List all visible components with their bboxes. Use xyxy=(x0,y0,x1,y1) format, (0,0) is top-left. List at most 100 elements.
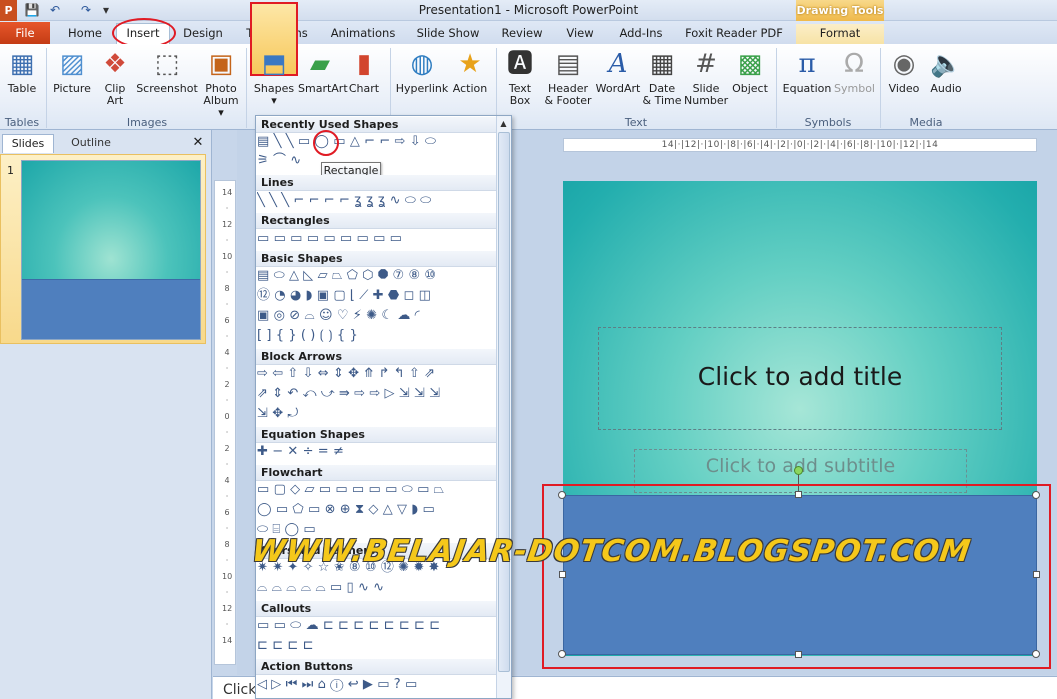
tab-view[interactable]: View xyxy=(558,24,602,44)
action-buttons-row[interactable]: ◁▷⏮⏭⌂ⓘ↩▶▭?▭ xyxy=(257,676,495,694)
equation-button[interactable]: π Equation xyxy=(780,48,834,112)
recent-shapes-row[interactable]: ▤╲╲▭◯▭△⌐⌐⇨⇩⬭ xyxy=(257,133,495,151)
ruler-tick-label: 4 xyxy=(224,348,230,357)
section-basic-shapes: Basic Shapes xyxy=(256,251,496,267)
basic-shapes-row[interactable]: []{}()⟮⟯{} xyxy=(257,327,495,345)
section-block-arrows: Block Arrows xyxy=(256,349,496,365)
basic-shapes-row[interactable]: ⑫◔◕◗▣▢⌊⟋✚⬣◻◫ xyxy=(257,287,495,305)
shapes-icon: ⬒ xyxy=(261,49,287,79)
table-icon: ▦ xyxy=(9,49,35,79)
video-button[interactable]: ◉ Video xyxy=(884,48,924,112)
save-icon[interactable]: 💾 xyxy=(24,2,40,18)
redo-icon[interactable]: ↷ xyxy=(78,2,94,18)
hyperlink-button[interactable]: ◍ Hyperlink xyxy=(394,48,450,112)
flowchart-row[interactable]: ▭▢◇▱▭▭▭▭▭⬭▭⏢ xyxy=(257,481,495,499)
group-text-label: Text xyxy=(624,116,648,129)
wordart-label: WordArt xyxy=(595,82,641,95)
audio-button[interactable]: 🔈 Audio xyxy=(926,48,966,112)
stars-row[interactable]: ⌓⌓⌓⌓⌓▭▯∿∿ xyxy=(257,579,495,597)
ruler-tick-label: 12 xyxy=(222,220,232,229)
slide-number-button[interactable]: # Slide Number xyxy=(684,48,728,112)
section-recently-used-shapes: Recently Used Shapes xyxy=(256,117,496,133)
ruler-tick-label: 14 xyxy=(222,188,232,197)
date-time-button[interactable]: ▦ Date & Time xyxy=(642,48,682,112)
action-button[interactable]: ★ Action xyxy=(450,48,490,112)
ruler-tick-label: 0 xyxy=(224,412,230,421)
chart-icon: ▮ xyxy=(356,49,372,79)
callouts-row[interactable]: ⊏⊏⊏⊏ xyxy=(257,637,495,655)
block-arrows-row[interactable]: ⇗⇕↶⤺⤻⇛⇨⇨▷⇲⇲⇲ xyxy=(257,385,495,403)
block-arrows-row[interactable]: ⇲✥⤾ xyxy=(257,405,495,423)
basic-shapes-row[interactable]: ▤⬭△◺▱⏢⬠⬡⯃⑦⑧⑩ xyxy=(257,267,495,285)
text-box-label-2: Box xyxy=(509,94,531,107)
scrollbar-thumb[interactable] xyxy=(498,132,510,672)
wordart-button[interactable]: A WordArt xyxy=(594,48,642,112)
scroll-up-arrow-icon[interactable]: ▲ xyxy=(497,117,510,130)
chart-button[interactable]: ▮ Chart xyxy=(344,48,384,112)
slide-number-label-2: Number xyxy=(684,94,729,107)
tab-format[interactable]: Format xyxy=(796,24,884,44)
tab-add-ins[interactable]: Add-Ins xyxy=(612,24,670,44)
text-box-icon: 🅰 xyxy=(506,49,533,79)
ruler-tick-label: · xyxy=(225,460,229,469)
table-button[interactable]: ▦ Table xyxy=(2,48,42,112)
clip-art-icon: ❖ xyxy=(103,49,127,79)
shapes-button[interactable]: ⬒ Shapes ▾ xyxy=(252,48,296,112)
ribbon-separator xyxy=(46,48,47,128)
callouts-row[interactable]: ▭▭⬭☁⊏⊏⊏⊏⊏⊏⊏⊏ xyxy=(257,617,495,635)
clip-art-button[interactable]: ❖ Clip Art xyxy=(98,48,132,112)
symbol-label: Symbol xyxy=(834,82,875,95)
powerpoint-logo-icon[interactable]: P xyxy=(0,0,17,21)
section-callouts: Callouts xyxy=(256,601,496,617)
group-images-label: Images xyxy=(126,116,168,129)
ruler-tick-label: · xyxy=(225,300,229,309)
object-label: Object xyxy=(732,82,768,95)
equation-shapes-row[interactable]: ✚−✕÷=≠ xyxy=(257,443,495,461)
ruler-tick-label: 14 xyxy=(222,636,232,645)
smartart-button[interactable]: ▰ SmartArt xyxy=(298,48,348,112)
lines-row[interactable]: ╲╲╲⌐⌐⌐⌐ʓʓʓ∿⬭⬭ xyxy=(257,192,495,210)
title-placeholder-text: Click to add title xyxy=(697,362,903,391)
tab-foxit-reader-pdf[interactable]: Foxit Reader PDF xyxy=(682,24,786,44)
watermark-text: WWW.BELAJAR-DOTCOM.BLOGSPOT.COM xyxy=(249,534,974,569)
date-time-label-2: & Time xyxy=(642,94,682,107)
tab-review[interactable]: Review xyxy=(496,24,548,44)
tab-design[interactable]: Design xyxy=(178,24,228,44)
flowchart-row[interactable]: ◯▭⬠▭⊗⊕⧗◇△▽◗▭ xyxy=(257,501,495,519)
section-flowchart: Flowchart xyxy=(256,465,496,481)
ruler-tick-label: · xyxy=(225,556,229,565)
ruler-tick-label: 6 xyxy=(224,508,230,517)
header-footer-label-2: & Footer xyxy=(544,94,592,107)
tab-animations[interactable]: Animations xyxy=(326,24,400,44)
drawing-tools-context: Drawing Tools xyxy=(796,0,884,21)
text-box-button[interactable]: 🅰 Text Box xyxy=(500,48,540,112)
tab-outline[interactable]: Outline xyxy=(56,134,126,153)
customize-toolbar-icon[interactable]: ▾ xyxy=(98,2,114,18)
basic-shapes-row[interactable]: ▣◎⊘⌓☺♡⚡✺☾☁◜ xyxy=(257,307,495,325)
rotation-handle[interactable] xyxy=(794,466,803,475)
rectangles-row[interactable]: ▭▭▭▭▭▭▭▭▭ xyxy=(257,230,495,248)
object-button[interactable]: ▩ Object xyxy=(730,48,770,112)
tab-file[interactable]: File xyxy=(0,22,50,44)
tab-home[interactable]: Home xyxy=(60,24,110,44)
ruler-tick-label: · xyxy=(225,268,229,277)
speaker-icon: 🔈 xyxy=(930,49,963,79)
symbol-button[interactable]: Ω Symbol xyxy=(834,48,875,112)
section-action-buttons: Action Buttons xyxy=(256,659,496,675)
tab-slides[interactable]: Slides xyxy=(2,134,54,153)
undo-icon[interactable]: ↶ xyxy=(47,2,63,18)
screenshot-icon: ⬚ xyxy=(154,49,180,79)
header-footer-button[interactable]: ▤ Header & Footer xyxy=(542,48,594,112)
group-tables-label: Tables xyxy=(4,116,40,129)
screenshot-button[interactable]: ⬚ Screenshot xyxy=(136,48,198,112)
audio-label: Audio xyxy=(930,82,962,95)
photo-album-button[interactable]: ▣ Photo Album ▾ xyxy=(200,48,242,119)
close-icon[interactable]: ✕ xyxy=(190,134,206,152)
equation-label: Equation xyxy=(782,82,832,95)
ruler-tick-label: · xyxy=(225,364,229,373)
table-label: Table xyxy=(7,82,37,95)
block-arrows-row[interactable]: ⇨⇦⇧⇩⇔⇕✥⤊↱↰⇧⇗ xyxy=(257,365,495,383)
tab-slide-show[interactable]: Slide Show xyxy=(412,24,484,44)
picture-button[interactable]: ▨ Picture xyxy=(50,48,94,112)
slide-number-icon: # xyxy=(695,49,717,79)
